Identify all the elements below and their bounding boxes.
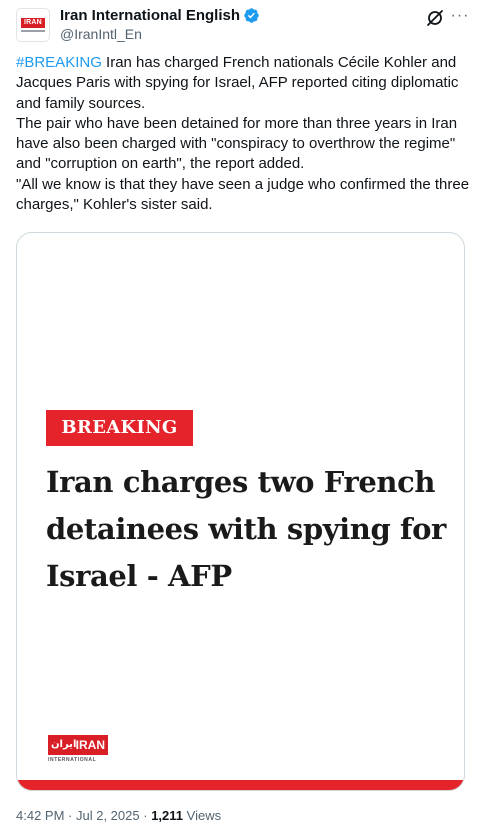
media-image[interactable]: BREAKING Iran charges two French detaine… (16, 232, 465, 791)
more-options-icon[interactable]: ··· (448, 6, 472, 28)
breaking-badge: BREAKING (46, 410, 193, 446)
tweet-time[interactable]: 4:42 PM (16, 808, 64, 823)
media-headline: Iran charges two French detainees with s… (46, 465, 446, 593)
grok-icon[interactable] (425, 8, 445, 28)
logo-box: ایران IRAN (48, 735, 108, 755)
iran-international-logo: ایران IRAN INTERNATIONAL (48, 735, 110, 765)
tweet-date[interactable]: Jul 2, 2025 (76, 808, 140, 823)
meta-separator: · (68, 808, 76, 823)
media-red-bar (17, 780, 464, 790)
avatar-logo-underline (21, 30, 45, 32)
logo-subtext: INTERNATIONAL (48, 757, 97, 763)
display-name-row: Iran International English (60, 6, 260, 25)
verified-badge-icon[interactable] (243, 7, 260, 24)
avatar-logo-mark: IRAN (21, 18, 45, 28)
author-handle[interactable]: @IranIntl_En (60, 26, 260, 42)
tweet-meta: 4:42 PM · Jul 2, 2025 · 1,211 Views (16, 808, 221, 823)
views-count: 1,211 (151, 808, 184, 823)
logo-text: IRAN (75, 738, 105, 752)
hashtag-link[interactable]: #BREAKING (16, 54, 102, 71)
tweet-paragraph-2: The pair who have been detained for more… (16, 114, 458, 173)
logo-farsi-text: ایران (51, 739, 77, 750)
views-label: Views (186, 808, 222, 823)
author-names: Iran International English @IranIntl_En (60, 6, 260, 42)
display-name[interactable]: Iran International English (60, 7, 240, 24)
tweet-paragraph-3: "All we know is that they have seen a ju… (16, 175, 470, 214)
tweet-paragraph-1: #BREAKING Iran has charged French nation… (16, 53, 472, 114)
tweet-header: IRAN Iran International English @IranInt… (16, 6, 476, 42)
tweet-text: #BREAKING Iran has charged French nation… (16, 53, 472, 215)
tweet[interactable]: IRAN Iran International English @IranInt… (0, 0, 489, 829)
avatar[interactable]: IRAN (16, 8, 50, 42)
meta-separator: · (143, 808, 152, 823)
